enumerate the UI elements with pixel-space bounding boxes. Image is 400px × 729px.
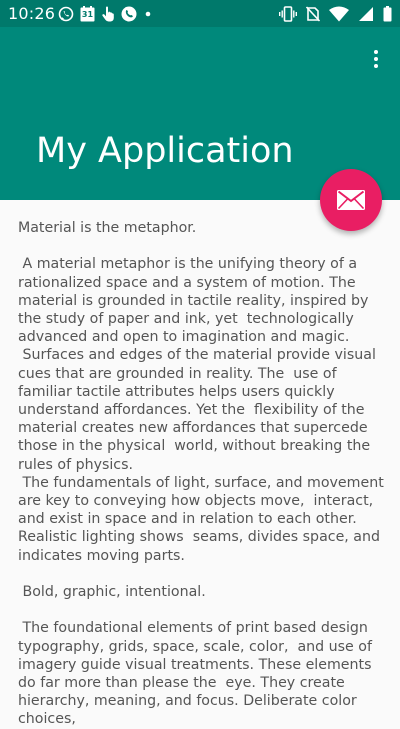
overflow-dot [374, 57, 378, 61]
vibrate-icon [279, 6, 297, 22]
signal-icon [358, 6, 374, 22]
dot-icon [143, 6, 153, 22]
wifi-icon [329, 6, 349, 22]
overflow-menu-icon[interactable] [366, 47, 386, 71]
status-time: 10:26 [8, 4, 56, 23]
overflow-dot [374, 50, 378, 54]
calendar-day: 31 [81, 10, 94, 19]
battery-icon [383, 6, 392, 22]
touch-icon [101, 6, 115, 22]
overflow-dot [374, 64, 378, 68]
whatsapp-icon [58, 6, 74, 22]
status-bar: 10:26 31 [0, 0, 400, 27]
status-notification-icons: 31 [58, 5, 153, 23]
mail-fab-button[interactable] [320, 169, 382, 231]
body-text: Material is the metaphor. A material met… [18, 220, 384, 728]
app-title: My Application [36, 131, 294, 171]
status-system-icons [279, 5, 392, 23]
no-sim-icon [306, 6, 320, 22]
calendar-icon: 31 [80, 6, 95, 22]
phone-icon [121, 6, 137, 22]
mail-icon [337, 190, 365, 210]
